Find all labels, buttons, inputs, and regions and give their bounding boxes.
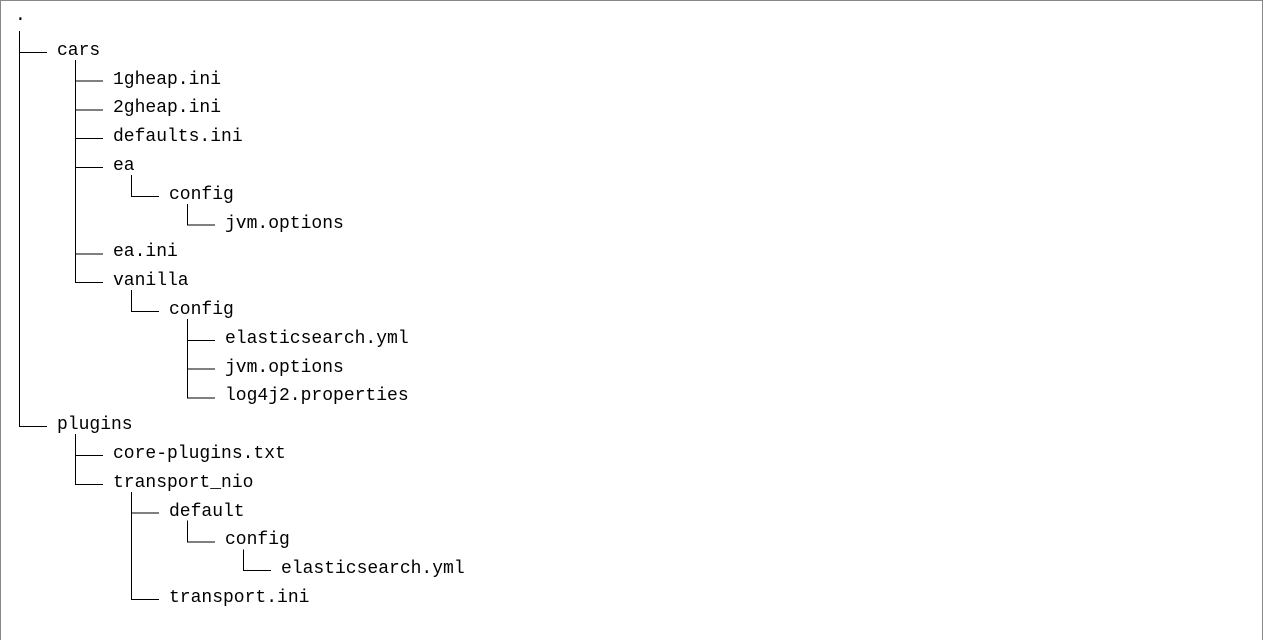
tree-node-label: transport.ini bbox=[169, 588, 310, 608]
directory-tree-panel: . cars 1gheap.ini 2gheap.ini defaults.ini ea… bbox=[0, 0, 1263, 640]
tree-node-label: plugins bbox=[57, 415, 133, 436]
tree-node-label: vanilla bbox=[113, 271, 189, 292]
tree-node-label: ea bbox=[113, 156, 135, 176]
tree-node-label: transport_nio bbox=[113, 472, 254, 493]
tree-node-label: 2gheap.ini bbox=[113, 98, 222, 119]
tree-node-label: defaults.ini bbox=[113, 127, 243, 148]
tree-node-label: jvm.options bbox=[225, 213, 344, 234]
tree-node-label: jvm.options bbox=[225, 357, 344, 378]
tree-node-label: elasticsearch.yml bbox=[225, 328, 409, 349]
tree-node-label: cars bbox=[57, 40, 101, 61]
tree-node-label: elasticsearch.yml bbox=[281, 559, 465, 580]
tree-node-label: ea.ini bbox=[113, 242, 178, 263]
tree-labels: . cars 1gheap.ini 2gheap.ini defaults.ini ea… bbox=[1, 1, 1265, 630]
tree-root: . bbox=[15, 6, 26, 26]
tree-node-label: 1gheap.ini bbox=[113, 69, 222, 90]
tree-node-label: config bbox=[169, 300, 234, 320]
tree-node-label: default bbox=[169, 501, 245, 522]
tree-node-label: config bbox=[169, 184, 234, 205]
tree-node-label: log4j2.properties bbox=[225, 386, 409, 407]
tree-node-label: core-plugins.txt bbox=[113, 444, 286, 464]
tree-node-label: config bbox=[225, 530, 290, 551]
